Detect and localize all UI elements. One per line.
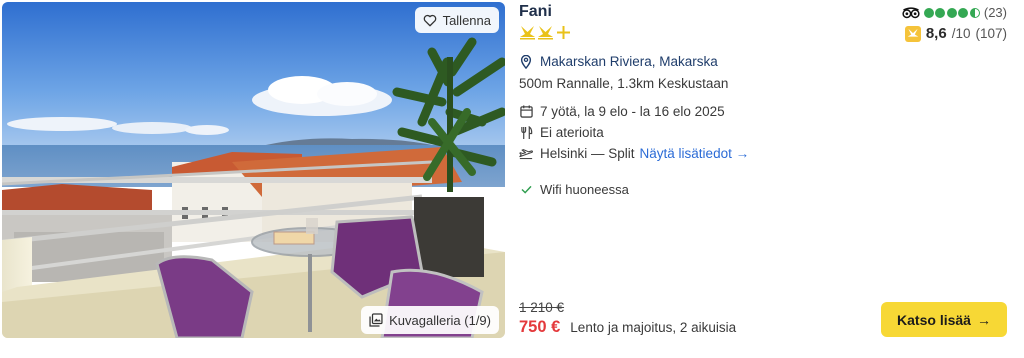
price-row: 750 € Lento ja majoitus, 2 aikuisia [519,318,736,337]
save-label: Tallenna [442,12,491,28]
distance-text: 500m Rannalle, 1.3km Keskustaan [519,76,729,91]
location-row[interactable]: Makarskan Riviera, Makarska [519,54,718,69]
see-more-label: Katso lisää [897,311,971,328]
meals-text: Ei aterioita [540,125,604,140]
flight-row: Helsinki — Split Näytä lisätiedot → [519,146,749,161]
calendar-icon [519,105,533,119]
rating-dot [923,7,934,18]
flight-details-link[interactable]: Näytä lisätiedot → [640,146,750,161]
tripadvisor-owl-icon [902,6,920,18]
gallery-button[interactable]: Kuvagalleria (1/9) [361,306,499,334]
meals-row: Ei aterioita [519,125,604,140]
star-icon [520,26,535,40]
rating-dot [946,7,957,18]
dates-row: 7 yötä, la 9 elo - la 16 elo 2025 [519,104,725,119]
balcony-sea-view-image [2,2,505,338]
gallery-label: Kuvagalleria (1/9) [389,312,491,328]
hotel-name[interactable]: Fani [519,3,552,21]
hotel-card[interactable]: Tallenna Kuvagalleria (1/9) Fani Makarsk… [0,0,1024,358]
save-button[interactable]: Tallenna [414,7,499,33]
rating-dot [958,7,969,18]
hotel-photo[interactable]: Tallenna Kuvagalleria (1/9) [2,2,505,338]
tripadvisor-rating[interactable]: (23) [902,5,1007,20]
location-text: Makarskan Riviera, Makarska [540,54,718,69]
hotel-info: Fani Makarskan Riviera, Makarska 500m Ra… [519,0,819,358]
map-pin-icon [519,54,533,69]
flight-route: Helsinki — Split [540,146,635,161]
rating-dot [969,7,980,18]
original-price: 1 210 € [519,300,565,315]
rating-count: (107) [975,26,1007,41]
guest-rating[interactable]: 8,6 /10 (107) [904,25,1007,42]
half-star-icon [557,26,570,39]
rating-badge-icon [904,25,921,42]
plane-icon [519,147,533,161]
rating-dot [935,7,946,18]
gallery-icon [369,313,383,327]
review-count: (23) [983,5,1007,20]
rating-scale: /10 [951,26,971,41]
distance-row: 500m Rannalle, 1.3km Keskustaan [519,76,728,91]
arrow-right-icon: → [976,311,991,328]
feature-text: Wifi huoneessa [540,182,629,197]
current-price: 750 € [519,318,561,336]
dates-text: 7 yötä, la 9 elo - la 16 elo 2025 [540,104,725,119]
check-icon [519,183,533,197]
rating-dots [923,7,980,18]
star-rating [519,25,572,40]
rating-score: 8,6 [925,25,947,42]
heart-icon [423,14,436,26]
see-more-button[interactable]: Katso lisää → [881,302,1007,337]
price-description: Lento ja majoitus, 2 aikuisia [570,320,737,335]
cutlery-icon [519,125,533,140]
star-icon [538,26,553,40]
feature-row: Wifi huoneessa [519,182,629,197]
